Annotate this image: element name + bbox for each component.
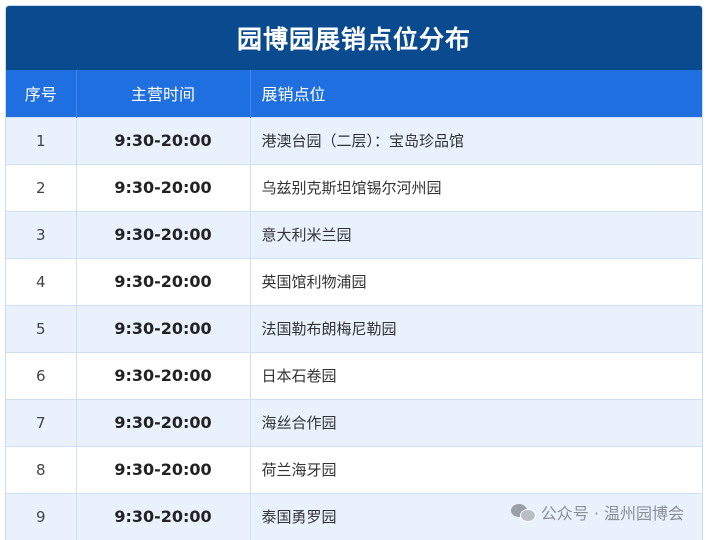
row-location: 法国勒布朗梅尼勒园 [250, 304, 702, 352]
table-row: 7 9:30-20:00 海丝合作园 [6, 398, 702, 446]
row-hours: 9:30-20:00 [76, 257, 251, 305]
table-row: 8 9:30-20:00 荷兰海牙园 [6, 445, 702, 493]
watermark: 公众号 · 温州园博会 [510, 500, 684, 524]
row-location: 乌兹别克斯坦馆锡尔河州园 [250, 163, 702, 211]
table-row: 3 9:30-20:00 意大利米兰园 [6, 210, 702, 258]
row-index: 4 [6, 257, 77, 305]
row-hours: 9:30-20:00 [76, 116, 251, 164]
row-location: 港澳台园（二层）：宝岛珍品馆 [250, 116, 702, 164]
row-hours: 9:30-20:00 [76, 304, 251, 352]
row-index: 6 [6, 351, 77, 399]
header-index: 序号 [6, 70, 77, 117]
header-hours: 主营时间 [76, 70, 251, 117]
row-hours: 9:30-20:00 [76, 163, 251, 211]
row-hours: 9:30-20:00 [76, 398, 251, 446]
row-index: 2 [6, 163, 77, 211]
row-index: 5 [6, 304, 77, 352]
row-index: 9 [6, 492, 77, 540]
table-row: 5 9:30-20:00 法国勒布朗梅尼勒园 [6, 304, 702, 352]
schedule-card: 园博园展销点位分布 序号 主营时间 展销点位 1 9:30-20:00 港澳台园… [5, 5, 703, 540]
wechat-icon [510, 502, 536, 522]
row-location: 日本石卷园 [250, 351, 702, 399]
row-hours: 9:30-20:00 [76, 210, 251, 258]
row-index: 3 [6, 210, 77, 258]
table-row: 6 9:30-20:00 日本石卷园 [6, 351, 702, 399]
watermark-text: 公众号 · 温州园博会 [540, 504, 684, 523]
table-row: 1 9:30-20:00 港澳台园（二层）：宝岛珍品馆 [6, 116, 702, 164]
location-table: 序号 主营时间 展销点位 1 9:30-20:00 港澳台园（二层）：宝岛珍品馆… [6, 70, 702, 540]
row-index: 8 [6, 445, 77, 493]
row-hours: 9:30-20:00 [76, 445, 251, 493]
row-index: 7 [6, 398, 77, 446]
page: 园博园展销点位分布 序号 主营时间 展销点位 1 9:30-20:00 港澳台园… [0, 0, 706, 540]
header-location: 展销点位 [261, 85, 326, 105]
table-title: 园博园展销点位分布 [6, 6, 702, 70]
table-row: 4 9:30-20:00 英国馆利物浦园 [6, 257, 702, 305]
row-hours: 9:30-20:00 [76, 351, 251, 399]
row-location: 英国馆利物浦园 [250, 257, 702, 305]
row-location: 荷兰海牙园 [250, 445, 702, 493]
table-header-row: 序号 主营时间 展销点位 [6, 70, 702, 117]
table-row: 2 9:30-20:00 乌兹别克斯坦馆锡尔河州园 [6, 163, 702, 211]
row-location: 意大利米兰园 [250, 210, 702, 258]
row-hours: 9:30-20:00 [76, 492, 251, 540]
row-location: 海丝合作园 [250, 398, 702, 446]
row-index: 1 [6, 116, 77, 164]
